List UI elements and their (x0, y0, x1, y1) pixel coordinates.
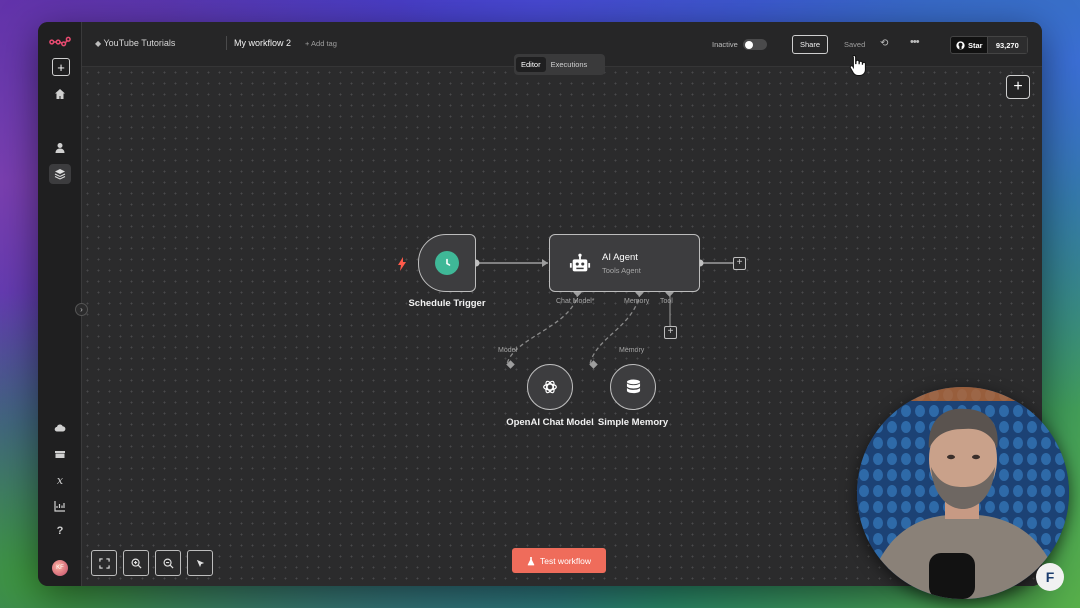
toggle-knob (745, 40, 753, 49)
help-icon: ? (56, 525, 64, 537)
cloud-icon (54, 424, 66, 432)
channel-logo-icon: F (1045, 569, 1055, 585)
schedule-trigger-node[interactable] (418, 234, 476, 292)
activation-status-label: Inactive (712, 40, 738, 49)
github-star-label-wrap: Star (951, 41, 987, 50)
openai-chat-model-node[interactable] (527, 364, 573, 410)
variable-icon: x (56, 473, 64, 487)
breadcrumb-project[interactable]: ◆ YouTube Tutorials (95, 38, 175, 48)
database-icon (626, 379, 640, 393)
sidebar-item-home[interactable] (49, 84, 71, 104)
zoom-out-button[interactable] (155, 550, 181, 576)
avatar[interactable]: KF (52, 560, 68, 576)
view-tabs: Editor Executions (514, 54, 605, 75)
sidebar-item-help[interactable]: ? (49, 521, 71, 541)
github-star-count: 93,270 (986, 37, 1027, 53)
n8n-logo[interactable] (49, 32, 71, 52)
flask-icon (527, 556, 535, 565)
sidebar-collapse-button[interactable]: › (75, 303, 88, 316)
home-icon (55, 89, 65, 99)
handle-label-model: Model (498, 347, 518, 354)
zoom-in-icon (131, 558, 142, 569)
lightning-icon (398, 257, 406, 271)
handle-label-memory-node: Memory (619, 347, 645, 354)
github-star-button[interactable]: Star 93,270 (950, 36, 1028, 54)
simple-memory-label: Simple Memory (597, 417, 669, 428)
project-name: YouTube Tutorials (103, 38, 176, 48)
add-next-node-button[interactable]: + (733, 257, 746, 270)
saved-status: Saved (844, 40, 866, 49)
test-workflow-button[interactable]: Test workflow (512, 548, 606, 573)
n8n-logo-icon (49, 36, 71, 47)
layers-icon: ◆ (95, 39, 102, 48)
add-tag-button[interactable]: + Add tag (305, 39, 337, 48)
sidebar-item-variables[interactable]: x (49, 470, 71, 490)
channel-logo: F (1036, 563, 1064, 591)
sidebar-item-templates[interactable] (49, 444, 71, 464)
plus-icon: + (57, 59, 65, 75)
breadcrumb-divider (226, 36, 227, 50)
ai-agent-subtitle: Tools Agent (602, 266, 641, 275)
clock-icon (435, 251, 459, 275)
openai-chat-model-label: OpenAI Chat Model (506, 417, 594, 428)
workflow-name[interactable]: My workflow 2 (234, 38, 291, 48)
activation-toggle[interactable] (743, 39, 767, 50)
ai-agent-title: AI Agent (602, 252, 638, 263)
more-options-icon[interactable]: ••• (910, 36, 920, 48)
handle-label-memory: Memory (624, 298, 650, 305)
sidebar-item-projects[interactable] (49, 164, 71, 184)
webcam-overlay (857, 387, 1069, 599)
layers-icon (54, 169, 66, 180)
schedule-trigger-label: Schedule Trigger (408, 298, 486, 309)
sidebar: + x ? KF (38, 22, 82, 586)
github-star-label: Star (968, 40, 983, 50)
tab-editor[interactable]: Editor (516, 57, 546, 72)
zoom-to-fit-button[interactable] (91, 550, 117, 576)
sidebar-item-personal[interactable] (49, 138, 71, 158)
add-tool-button[interactable]: + (664, 326, 677, 339)
user-icon (55, 143, 65, 153)
tab-executions[interactable]: Executions (546, 57, 593, 72)
simple-memory-node[interactable] (610, 364, 656, 410)
presenter-video (857, 387, 1069, 599)
history-icon[interactable]: ⟲ (880, 38, 888, 49)
github-icon (956, 40, 965, 50)
chevron-right-icon: › (80, 305, 83, 314)
robot-icon (569, 253, 591, 272)
box-icon (55, 451, 65, 458)
pointer-mode-button[interactable] (187, 550, 213, 576)
share-button[interactable]: Share (792, 35, 828, 54)
handle-label-chat-model: Chat Model* (556, 298, 595, 305)
test-workflow-label: Test workflow (539, 555, 591, 566)
hand-cursor-icon (849, 54, 866, 76)
ai-agent-node[interactable]: AI Agent Tools Agent (549, 234, 700, 292)
create-button[interactable]: + (52, 58, 70, 76)
sidebar-item-insights[interactable] (49, 496, 71, 516)
fullscreen-icon (98, 557, 110, 569)
pointer-icon (196, 559, 204, 567)
handle-label-tool: Tool (660, 298, 673, 305)
zoom-in-button[interactable] (123, 550, 149, 576)
sidebar-item-cloud[interactable] (49, 418, 71, 438)
openai-icon (543, 380, 557, 394)
chart-icon (54, 501, 65, 512)
zoom-out-icon (163, 558, 174, 569)
